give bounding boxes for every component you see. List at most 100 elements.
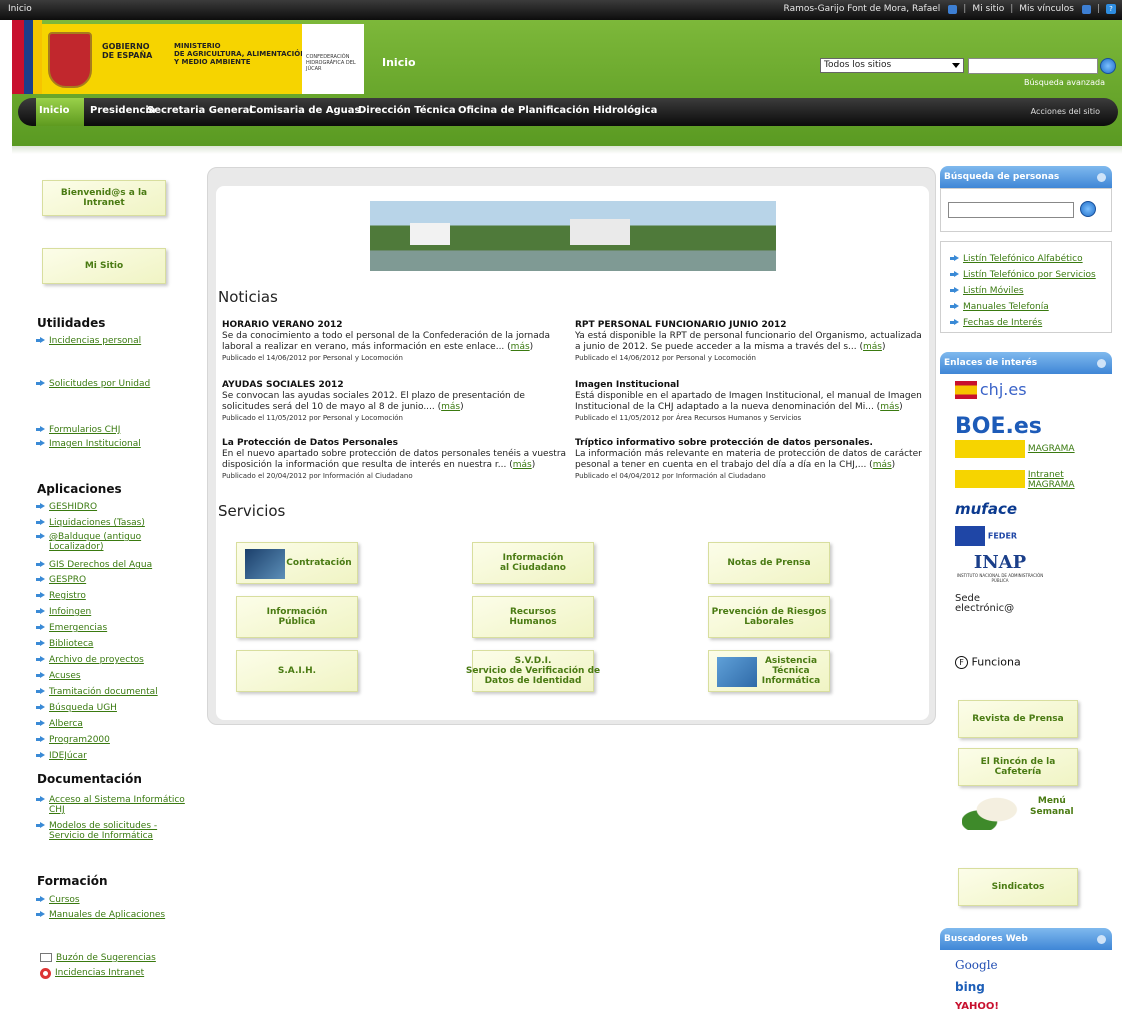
news-title[interactable]: AYUDAS SOCIALES 2012 (222, 380, 572, 391)
app-link[interactable]: IDEJúcar (49, 751, 87, 761)
service-button[interactable]: Notas de Prensa (708, 542, 830, 584)
link-formularios[interactable]: Formularios CHJ (49, 425, 120, 435)
muface-logo-link[interactable]: muface (955, 500, 1017, 518)
collapse-icon[interactable] (1097, 935, 1106, 944)
search-input[interactable] (968, 58, 1098, 74)
link-cursos[interactable]: Cursos (49, 895, 80, 905)
phone-link[interactable]: Fechas de Interés (963, 318, 1042, 328)
app-link[interactable]: GESPRO (49, 575, 86, 585)
feder-logo-link[interactable]: FEDER (955, 526, 1017, 546)
revista-prensa-button[interactable]: Revista de Prensa (958, 700, 1078, 738)
app-link[interactable]: Tramitación documental (49, 687, 158, 697)
my-site-button[interactable]: Mi Sitio (42, 248, 166, 284)
intranet-magrama-link[interactable]: Intranet MAGRAMA (955, 470, 1075, 490)
phone-link[interactable]: Listín Móviles (963, 286, 1024, 296)
service-button[interactable]: Información Pública (236, 596, 358, 638)
top-nav: Inicio Presidencia Secretaria General Co… (18, 98, 1118, 126)
news-title[interactable]: Imagen Institucional (575, 380, 925, 391)
link-imagen-institucional[interactable]: Imagen Institucional (49, 439, 141, 449)
service-button[interactable]: S.A.I.H. (236, 650, 358, 692)
more-link[interactable]: más (873, 460, 892, 470)
cafeteria-button[interactable]: El Rincón de la Cafetería (958, 748, 1078, 786)
link-modelos-solicitudes[interactable]: Modelos de solicitudes - Servicio de Inf… (49, 821, 186, 841)
link-manuales-aplicaciones[interactable]: Manuales de Aplicaciones (49, 910, 165, 920)
nav-item-inicio[interactable]: Inicio (39, 105, 70, 116)
search-icon[interactable] (1100, 58, 1116, 74)
magrama-link[interactable]: MAGRAMA (955, 440, 1075, 458)
service-button[interactable]: Recursos Humanos (472, 596, 594, 638)
link-incidencias-intranet[interactable]: Incidencias Intranet (55, 968, 144, 978)
app-link[interactable]: @Balduque (antiguo Localizador) (49, 532, 186, 552)
nav-item-presidencia[interactable]: Presidencia (90, 105, 156, 116)
app-link[interactable]: GIS Derechos del Agua (49, 560, 152, 570)
app-link[interactable]: GESHIDRO (49, 502, 97, 512)
nav-item-comisaria[interactable]: Comisaria de Aguas (249, 105, 360, 116)
news-title[interactable]: HORARIO VERANO 2012 (222, 320, 572, 331)
app-link[interactable]: Biblioteca (49, 639, 93, 649)
yahoo-link[interactable]: YAHOO! (955, 1001, 999, 1012)
site-actions-menu[interactable]: Acciones del sitio (1031, 107, 1100, 116)
mail-icon (40, 953, 52, 962)
link-incidencias-personal[interactable]: Incidencias personal (49, 336, 141, 346)
app-link[interactable]: Archivo de proyectos (49, 655, 144, 665)
user-menu[interactable]: Ramos-Garijo Font de Mora, Rafael (784, 4, 941, 14)
arrow-icon (36, 736, 45, 743)
app-link[interactable]: Alberca (49, 719, 83, 729)
news-title[interactable]: Tríptico informativo sobre protección de… (575, 438, 925, 449)
my-site-link[interactable]: Mi sitio (972, 4, 1004, 14)
google-link[interactable]: Google (955, 958, 998, 972)
nav-item-secretaria[interactable]: Secretaria General (147, 105, 253, 116)
phone-link[interactable]: Listín Telefónico por Servicios (963, 270, 1096, 280)
help-icon[interactable]: ? (1106, 4, 1116, 14)
news-item: La Protección de Datos Personales En el n… (222, 438, 572, 482)
phone-link[interactable]: Listín Telefónico Alfabético (963, 254, 1083, 264)
phone-link[interactable]: Manuales Telefonía (963, 302, 1049, 312)
app-link[interactable]: Emergencias (49, 623, 107, 633)
bing-link[interactable]: bing (955, 980, 985, 994)
list-item: @Balduque (antiguo Localizador) (36, 532, 186, 552)
news-title[interactable]: RPT PERSONAL FUNCIONARIO JUNIO 2012 (575, 320, 925, 331)
app-link[interactable]: Program2000 (49, 735, 110, 745)
collapse-icon[interactable] (1097, 359, 1106, 368)
more-link[interactable]: más (880, 402, 899, 412)
search-scope-select[interactable]: Todos los sitios (820, 58, 964, 73)
my-links-menu[interactable]: Mis vínculos (1019, 4, 1074, 14)
inap-logo-link[interactable]: INAP INSTITUTO NACIONAL DE ADMINISTRACIÓ… (955, 552, 1045, 583)
service-button[interactable]: Contratación (236, 542, 358, 584)
advanced-search-link[interactable]: Búsqueda avanzada (1024, 78, 1105, 87)
magrama-label: MAGRAMA (1027, 444, 1075, 454)
site-title[interactable]: Inicio (382, 56, 416, 69)
service-button[interactable]: Información al Ciudadano (472, 542, 594, 584)
link-solicitudes-unidad[interactable]: Solicitudes por Unidad (49, 379, 150, 389)
chj-logo-link[interactable]: chj.es (955, 380, 1027, 399)
app-link[interactable]: Acuses (49, 671, 81, 681)
more-link[interactable]: más (511, 342, 530, 352)
boe-logo-link[interactable]: BOE.es (955, 414, 1042, 439)
news-title[interactable]: La Protección de Datos Personales (222, 438, 572, 449)
people-search-input[interactable] (948, 202, 1074, 218)
app-link[interactable]: Búsqueda UGH (49, 703, 117, 713)
app-link[interactable]: Liquidaciones (Tasas) (49, 518, 145, 528)
nav-item-oficina[interactable]: Oficina de Planificación Hidrológica (458, 105, 657, 116)
chevron-down-icon[interactable] (948, 4, 958, 14)
search-icon[interactable] (1080, 201, 1096, 217)
link-buzon[interactable]: Buzón de Sugerencias (56, 953, 156, 963)
service-button[interactable]: Prevención de Riesgos Laborales (708, 596, 830, 638)
service-button[interactable]: Asistencia Técnica Informática (708, 650, 830, 692)
nav-item-direccion[interactable]: Dirección Técnica (358, 105, 456, 116)
more-link[interactable]: más (863, 342, 882, 352)
sindicatos-button[interactable]: Sindicatos (958, 868, 1078, 906)
app-link[interactable]: Registro (49, 591, 86, 601)
app-link[interactable]: Infoingen (49, 607, 91, 617)
more-link[interactable]: más (513, 460, 532, 470)
menu-semanal-link[interactable]: Menú Semanal (1030, 796, 1074, 818)
service-button[interactable]: S.V.D.I. Servicio de Verificación de Dat… (466, 650, 600, 692)
breadcrumb[interactable]: Inicio (8, 4, 32, 14)
funciona-link[interactable]: F Funciona (955, 655, 1021, 669)
sede-electronica-link[interactable]: Sede electrónic@ (955, 594, 1014, 614)
more-link[interactable]: más (441, 402, 460, 412)
welcome-button[interactable]: Bienvenid@s a la Intranet (42, 180, 166, 216)
link-acceso-sistema[interactable]: Acceso al Sistema Informático CHJ (49, 795, 186, 815)
chevron-down-icon[interactable] (1081, 4, 1091, 14)
collapse-icon[interactable] (1097, 173, 1106, 182)
